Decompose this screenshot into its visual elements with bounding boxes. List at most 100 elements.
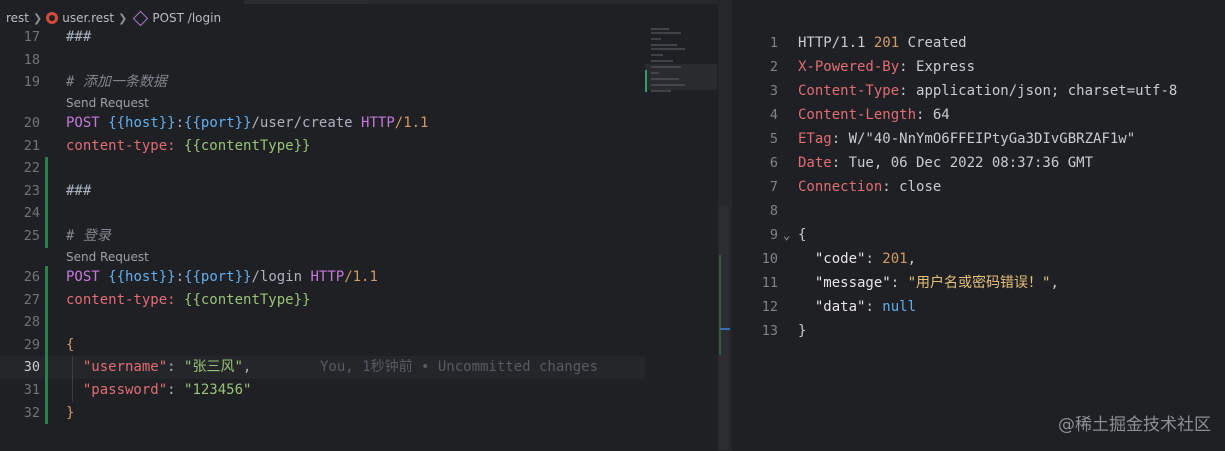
- code-line[interactable]: 25 # 登录: [0, 225, 645, 248]
- code-editor[interactable]: 17 ### 18 19 # 添加一条数据 Send Request 20 POST {{ho…: [0, 26, 645, 425]
- code-token: :: [865, 299, 883, 315]
- gutter-change-marker[interactable]: [45, 179, 48, 203]
- code-line[interactable]: 26 POST {{host}}:{{port}}/login HTTP/1.1: [0, 265, 645, 289]
- code-line[interactable]: 30 "username": "张三风", You, 1秒钟前 • Uncommi…: [0, 356, 645, 379]
- gutter-change-marker[interactable]: [45, 401, 48, 425]
- pane-splitter[interactable]: [718, 0, 732, 451]
- response-line[interactable]: 2 X-Powered-By: Express: [732, 55, 1225, 79]
- code-line[interactable]: 32}: [0, 401, 645, 425]
- line-number: 29: [23, 336, 40, 353]
- code-token: ,: [1050, 275, 1059, 291]
- code-line[interactable]: 20 POST {{host}}:{{port}}/user/create HTT…: [0, 112, 645, 135]
- gutter-change-marker[interactable]: [45, 225, 48, 248]
- gutter-change-marker[interactable]: [45, 288, 48, 312]
- code-line[interactable]: 23 ###: [0, 179, 645, 203]
- code-text: }: [66, 402, 74, 425]
- code-token: HTTP: [361, 115, 395, 132]
- gutter-change-marker[interactable]: [45, 265, 48, 289]
- code-token: /1.1: [394, 115, 429, 132]
- breadcrumb: rest ❯ user.rest ❯ POST /login: [6, 8, 221, 28]
- breadcrumb-file[interactable]: user.rest: [62, 11, 114, 25]
- response-line[interactable]: 1 HTTP/1.1 201 Created: [732, 31, 1225, 55]
- code-text: # 添加一条数据: [66, 71, 167, 94]
- code-line[interactable]: 17 ###: [0, 26, 645, 49]
- response-line[interactable]: 10 "code": 201,: [732, 247, 1225, 271]
- response-line[interactable]: 9 ⌄ {: [732, 223, 1225, 247]
- code-text: content-type: {{contentType}}: [66, 135, 310, 158]
- json-key: "code": [814, 251, 866, 267]
- code-token: :: [167, 359, 185, 376]
- code-line[interactable]: 19 # 添加一条数据: [0, 71, 645, 94]
- code-line[interactable]: 31 "password": "123456": [0, 378, 645, 402]
- response-text: X-Powered-By: Express: [798, 55, 975, 79]
- code-line[interactable]: 28: [0, 311, 645, 334]
- code-token: # 添加一条数据: [66, 74, 167, 91]
- code-line[interactable]: 29 {: [0, 333, 645, 357]
- line-number: 30: [23, 359, 40, 376]
- gutter-change-marker[interactable]: [45, 311, 48, 334]
- code-token: "username": [82, 359, 168, 376]
- code-line[interactable]: 18: [0, 49, 645, 72]
- code-text: POST {{host}}:{{port}}/user/create HTTP/…: [66, 112, 428, 135]
- response-text: HTTP/1.1 201 Created: [798, 31, 967, 55]
- code-line[interactable]: 22: [0, 157, 645, 180]
- gutter-change-marker[interactable]: [45, 356, 48, 379]
- header-value: : application/json; charset=utf-8: [899, 83, 1178, 99]
- response-line[interactable]: 4 Content-Length: 64: [732, 103, 1225, 127]
- code-line[interactable]: 24: [0, 202, 645, 226]
- code-line[interactable]: 27 content-type: {{contentType}}: [0, 288, 645, 312]
- breadcrumb-folder[interactable]: rest: [6, 11, 29, 25]
- send-request-lens[interactable]: Send Request: [0, 248, 645, 266]
- code-token: :: [167, 381, 185, 398]
- header-name: X-Powered-By: [798, 59, 900, 75]
- code-token: /login: [251, 268, 311, 285]
- line-number: 31: [23, 381, 40, 398]
- header-name: Content-Length: [798, 107, 917, 123]
- code-token: "123456": [184, 381, 252, 398]
- line-number: 20: [23, 115, 40, 132]
- header-name: Content-Type: [798, 83, 900, 99]
- tab-active-edge[interactable]: [244, 0, 369, 4]
- response-view[interactable]: 1 HTTP/1.1 201 Created 2 X-Powered-By: Expr…: [732, 31, 1225, 343]
- json-value: "用户名或密码错误！": [907, 275, 1051, 291]
- code-token: {: [66, 336, 75, 353]
- code-text: # 登录: [66, 225, 111, 248]
- response-line[interactable]: 7 Connection: close: [732, 175, 1225, 199]
- line-number: 4: [769, 107, 778, 123]
- gutter-change-marker[interactable]: [45, 333, 48, 357]
- chevron-down-icon[interactable]: ⌄: [783, 223, 790, 247]
- response-line[interactable]: 3 Content-Type: application/json; charset…: [732, 79, 1225, 103]
- gutter-change-marker[interactable]: [45, 378, 48, 402]
- line-number: 26: [23, 268, 40, 285]
- gutter-change-marker[interactable]: [45, 157, 48, 180]
- code-text: "username": "张三风",: [66, 356, 251, 379]
- header-value: : Tue, 06 Dec 2022 08:37:36 GMT: [831, 155, 1094, 171]
- line-number: 27: [23, 291, 40, 308]
- send-request-lens[interactable]: Send Request: [0, 94, 645, 112]
- response-line[interactable]: 13}: [732, 319, 1225, 343]
- response-line[interactable]: 11 "message": "用户名或密码错误！",: [732, 271, 1225, 295]
- gutter-change-marker[interactable]: [45, 202, 48, 226]
- tab-inactive-edge[interactable]: [369, 0, 718, 4]
- response-line[interactable]: 12 "data": null: [732, 295, 1225, 319]
- minimap[interactable]: [645, 26, 717, 112]
- code-token: :: [890, 275, 908, 291]
- code-token: ###: [66, 182, 92, 199]
- code-line[interactable]: 21 content-type: {{contentType}}: [0, 135, 645, 158]
- code-token: /user/create: [251, 115, 362, 132]
- chevron-right-icon: ❯: [118, 11, 128, 25]
- json-key: "data": [814, 299, 866, 315]
- response-line[interactable]: 6 Date: Tue, 06 Dec 2022 08:37:36 GMT: [732, 151, 1225, 175]
- code-token: {{port}}: [184, 115, 252, 132]
- code-token: {{port}}: [184, 268, 252, 285]
- response-line[interactable]: 5 ETag: W/"40-NnYmO6FFEIPtyGa3DIvGBRZAF1w…: [732, 127, 1225, 151]
- line-number: 5: [769, 131, 778, 147]
- json-key: "message": [814, 275, 891, 291]
- response-line[interactable]: 8: [732, 199, 1225, 223]
- breadcrumb-symbol[interactable]: POST /login: [152, 11, 221, 25]
- code-text: "password": "123456": [66, 379, 252, 402]
- code-token: {{contentType}}: [184, 291, 311, 308]
- code-token: :: [865, 251, 883, 267]
